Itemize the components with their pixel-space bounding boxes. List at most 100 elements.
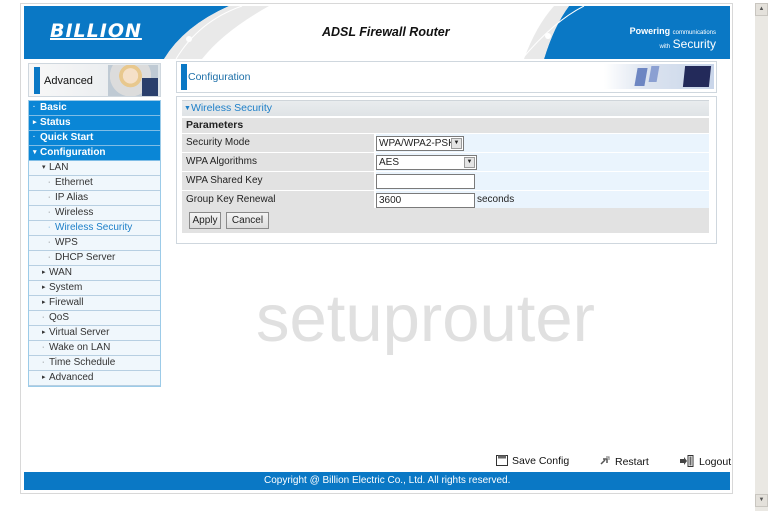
logout-door-icon [680,455,694,467]
sidebar-item-label: WPS [55,237,78,248]
panel-title-bar[interactable]: ▼Wireless Security [182,100,709,116]
bullet-icon: · [48,209,51,216]
sidebar-item-lan[interactable]: ▾ LAN [29,161,160,176]
sidebar-item-status[interactable]: ▸ Status [29,116,160,131]
watermark-text: setuprouter [256,281,595,356]
sidebar-item-wireless-security[interactable]: · Wireless Security [29,221,160,236]
section-accent-bar [181,64,187,90]
tagline: Powering communications with Security [630,26,716,53]
billion-logo: BILLION [50,20,142,42]
sidebar-item-label: QoS [49,312,70,323]
row-wpa-algorithms: WPA Algorithms AES ▼ [182,153,709,171]
bullet-icon: · [33,134,36,141]
bullet-icon: · [48,254,51,261]
cancel-button[interactable]: Cancel [226,212,269,229]
row-security-mode: Security Mode WPA/WPA2-PSK ▼ [182,134,709,152]
expand-arrow-icon: ▸ [42,374,46,381]
sidebar-item-label: Firewall [49,297,84,308]
sidebar-item-ip-alias[interactable]: · IP Alias [29,191,160,206]
tagline-with: with [659,44,671,50]
bullet-icon: · [48,224,51,231]
security-mode-select[interactable]: WPA/WPA2-PSK ▼ [376,136,464,151]
sidebar-nav: · Basic ▸ Status · Quick Start ▾ Configuration ▾… [28,100,161,387]
sidebar-item-ethernet[interactable]: · Ethernet [29,176,160,191]
bullet-icon: · [48,179,51,186]
router-title: ADSL Firewall Router [322,25,450,39]
mode-photo [108,65,158,96]
wpa-algorithms-select[interactable]: AES ▼ [376,155,477,170]
restart-label: Restart [615,456,649,468]
wpa-algorithms-label: WPA Algorithms [182,153,374,171]
mode-box: Advanced [28,63,161,97]
sidebar-item-qos[interactable]: · QoS [29,311,160,326]
restart-arrows-icon [600,456,610,465]
restart-link[interactable]: Restart [599,455,649,468]
section-title: Configuration [188,71,251,83]
apply-button[interactable]: Apply [189,212,221,229]
sidebar-item-time-schedule[interactable]: · Time Schedule [29,356,160,371]
sidebar-item-label: Wake on LAN [49,342,111,353]
tagline-small: communications [672,30,716,36]
save-disk-icon [496,455,508,466]
logout-label: Logout [699,456,732,468]
sidebar-item-label: Basic [40,102,67,113]
group-key-renewal-input[interactable] [376,193,475,208]
header-banner: BILLION ADSL Firewall Router Powering co… [24,6,730,59]
save-config-link[interactable]: Save Config [496,455,569,467]
sidebar-item-label: Wireless [55,207,94,218]
sidebar-item-label: DHCP Server [55,252,116,263]
sidebar-item-label: Ethernet [55,177,93,188]
sidebar-item-wake-on-lan[interactable]: · Wake on LAN [29,341,160,356]
sidebar-item-wireless[interactable]: · Wireless [29,206,160,221]
security-mode-value: WPA/WPA2-PSK [379,138,455,149]
sidebar-item-label: IP Alias [55,192,89,203]
sidebar-item-label: Virtual Server [49,327,110,338]
logout-link[interactable]: Logout [679,455,731,468]
wpa-algorithms-value: AES [379,157,400,168]
expand-arrow-icon: ▸ [42,329,46,336]
collapse-arrow-icon: ▾ [42,164,46,171]
sidebar-item-firewall[interactable]: ▸ Firewall [29,296,160,311]
save-config-label: Save Config [512,455,570,467]
section-header: Configuration [176,61,717,93]
sidebar-item-system[interactable]: ▸ System [29,281,160,296]
expand-arrow-icon: ▸ [42,299,46,306]
bullet-icon: · [33,104,36,111]
sidebar-item-advanced[interactable]: ▸ Advanced [29,371,160,386]
tagline-bold: Powering [629,26,671,36]
collapse-triangle-icon: ▼ [184,105,191,112]
office-image [604,64,714,89]
dropdown-arrow-icon: ▼ [451,138,462,149]
wpa-shared-key-input[interactable] [376,174,475,189]
sidebar-item-quick-start[interactable]: · Quick Start [29,131,160,146]
sidebar-item-label: Status [40,117,71,128]
sidebar-item-basic[interactable]: · Basic [29,101,160,116]
bullet-icon: · [42,359,45,366]
mode-label: Advanced [44,75,93,87]
copyright-bar: Copyright @ Billion Electric Co., Ltd. A… [24,472,730,490]
bullet-icon: · [42,344,45,351]
wpa-shared-key-label: WPA Shared Key [182,172,374,190]
parameters-heading: Parameters [182,118,709,133]
sidebar-item-configuration[interactable]: ▾ Configuration [29,146,160,161]
sidebar-item-label: Time Schedule [49,357,116,368]
scroll-up-arrow-icon[interactable]: ▲ [755,3,768,16]
sidebar-item-wan[interactable]: ▸ WAN [29,266,160,281]
page-scrollbar[interactable]: ▲ ▼ [755,3,768,511]
scroll-down-arrow-icon[interactable]: ▼ [755,494,768,507]
sidebar-item-wps[interactable]: · WPS [29,236,160,251]
collapse-arrow-icon: ▾ [33,149,37,156]
sidebar-item-label: Advanced [49,372,94,383]
mode-accent-bar [34,67,40,94]
sidebar-item-label: Wireless Security [55,222,133,233]
sidebar-item-label: WAN [49,267,72,278]
panel-title: Wireless Security [190,102,273,114]
wireless-security-panel: ▼Wireless Security Parameters Security M… [176,96,717,244]
sidebar-item-virtual-server[interactable]: ▸ Virtual Server [29,326,160,341]
dropdown-arrow-icon: ▼ [464,157,475,168]
sidebar-item-dhcp-server[interactable]: · DHCP Server [29,251,160,266]
button-row: Apply Cancel [182,208,709,233]
row-group-key-renewal: Group Key Renewal seconds [182,191,709,209]
footer-links: Save Config Restart Logout [490,455,731,471]
sidebar-item-label: System [49,282,83,293]
